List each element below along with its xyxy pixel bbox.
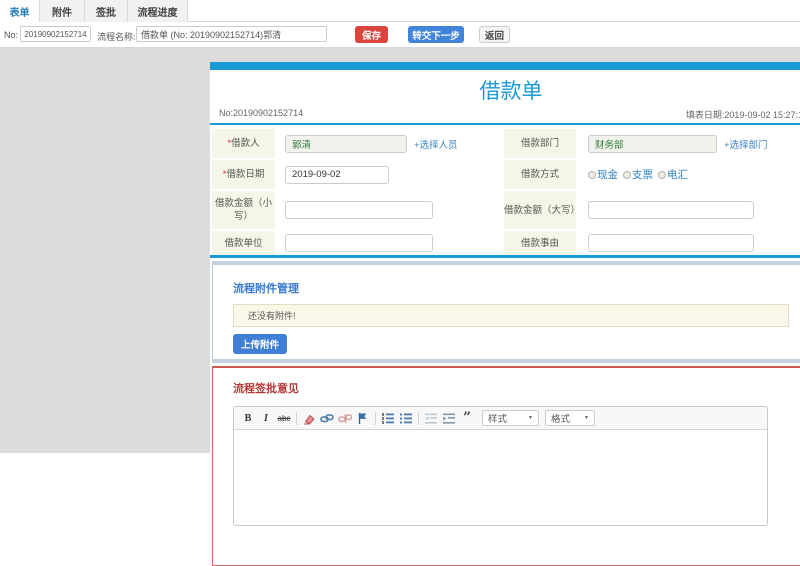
strikethrough-icon[interactable]: abc	[276, 411, 292, 426]
no-attachment-message: 还没有附件!	[233, 304, 789, 327]
select-dept-link[interactable]: +选择部门	[724, 137, 768, 151]
tab-progress[interactable]: 流程进度	[128, 0, 188, 22]
unordered-list-icon[interactable]	[398, 411, 414, 426]
ordered-list-icon[interactable]	[380, 411, 396, 426]
form-panel: 借款单 No:20190902152714 填表日期:2019-09-02 15…	[210, 62, 800, 566]
forward-next-button[interactable]: 转交下一步	[408, 26, 464, 43]
doc-date: 填表日期:2019-09-02 15:27:1	[685, 110, 800, 120]
bold-icon[interactable]: B	[240, 411, 256, 426]
link-icon[interactable]	[319, 411, 335, 426]
blockquote-icon[interactable]: ”	[459, 411, 475, 426]
wire-radio-label: 电汇	[667, 169, 688, 181]
borrow-dept-input[interactable]	[588, 134, 717, 153]
toolbar: No: 流程名称: 保存 转交下一步 返回	[0, 22, 800, 48]
amount-upper-label: 借款金额（大写）	[504, 191, 580, 229]
toolbar-separator	[296, 411, 297, 425]
cheque-radio-label: 支票	[632, 169, 653, 181]
borrow-method-label: 借款方式	[504, 160, 576, 189]
amount-lower-label: 借款金额（小写）	[212, 191, 275, 229]
tab-approval[interactable]: 签批	[85, 0, 128, 22]
outdent-icon[interactable]	[423, 411, 439, 426]
remove-format-icon[interactable]	[301, 411, 317, 426]
flow-name-input[interactable]	[136, 26, 327, 42]
borrow-reason-label: 借款事由	[504, 231, 576, 255]
borrow-reason-input[interactable]	[588, 234, 754, 252]
amount-upper-input[interactable]	[588, 201, 754, 219]
style-dropdown[interactable]: 样式 ▼	[482, 410, 539, 426]
doc-no: No:20190902152714	[219, 108, 304, 118]
borrow-unit-label: 借款单位	[212, 231, 275, 255]
panel-top-bar	[210, 62, 800, 70]
borrow-date-label: *借款日期	[212, 160, 275, 189]
no-input[interactable]	[20, 26, 91, 42]
no-label: No:	[4, 30, 19, 40]
tab-bar: 表单 附件 签批 流程进度	[0, 0, 800, 23]
page-title: 借款单	[479, 80, 543, 103]
borrow-dept-label: 借款部门	[504, 129, 576, 158]
form-grid: *借款人 +选择人员 借款部门 +选择部门 *借款日期 借款方式 现金支票电汇 …	[210, 125, 800, 255]
tab-attachment[interactable]: 附件	[40, 0, 85, 22]
approval-section-title: 流程签批意见	[233, 383, 299, 395]
divider	[210, 255, 800, 258]
editor-content[interactable]	[234, 430, 767, 520]
wire-radio[interactable]	[658, 170, 666, 179]
toolbar-separator	[375, 411, 376, 425]
anchor-flag-icon[interactable]	[355, 411, 371, 426]
unlink-icon[interactable]	[337, 411, 353, 426]
save-button[interactable]: 保存	[355, 26, 388, 43]
borrow-unit-input[interactable]	[285, 234, 433, 252]
select-person-link[interactable]: +选择人员	[414, 137, 458, 151]
toolbar-separator	[418, 411, 419, 425]
attachment-section: 流程附件管理 还没有附件! 上传附件	[212, 261, 800, 363]
upload-attachment-button[interactable]: 上传附件	[233, 334, 287, 354]
format-dropdown[interactable]: 格式 ▼	[545, 410, 595, 426]
borrower-label: *借款人	[212, 129, 275, 158]
borrower-input[interactable]	[285, 134, 407, 153]
borrow-date-input[interactable]	[285, 165, 389, 184]
cash-radio-label: 现金	[597, 169, 618, 181]
back-button[interactable]: 返回	[479, 26, 510, 43]
editor-toolbar: B I abc ” 样式 ▼ 格式 ▼	[234, 407, 767, 430]
attachment-section-title: 流程附件管理	[233, 283, 299, 295]
flow-name-label: 流程名称:	[97, 32, 136, 42]
approval-section: 流程签批意见 B I abc ” 样式 ▼ 格式 ▼	[212, 366, 800, 566]
amount-lower-input[interactable]	[285, 201, 433, 219]
indent-icon[interactable]	[441, 411, 457, 426]
cash-radio[interactable]	[588, 170, 596, 179]
italic-icon[interactable]: I	[258, 411, 274, 426]
rich-text-editor: B I abc ” 样式 ▼ 格式 ▼	[233, 406, 768, 526]
tab-form[interactable]: 表单	[0, 0, 40, 23]
cheque-radio[interactable]	[623, 170, 631, 179]
